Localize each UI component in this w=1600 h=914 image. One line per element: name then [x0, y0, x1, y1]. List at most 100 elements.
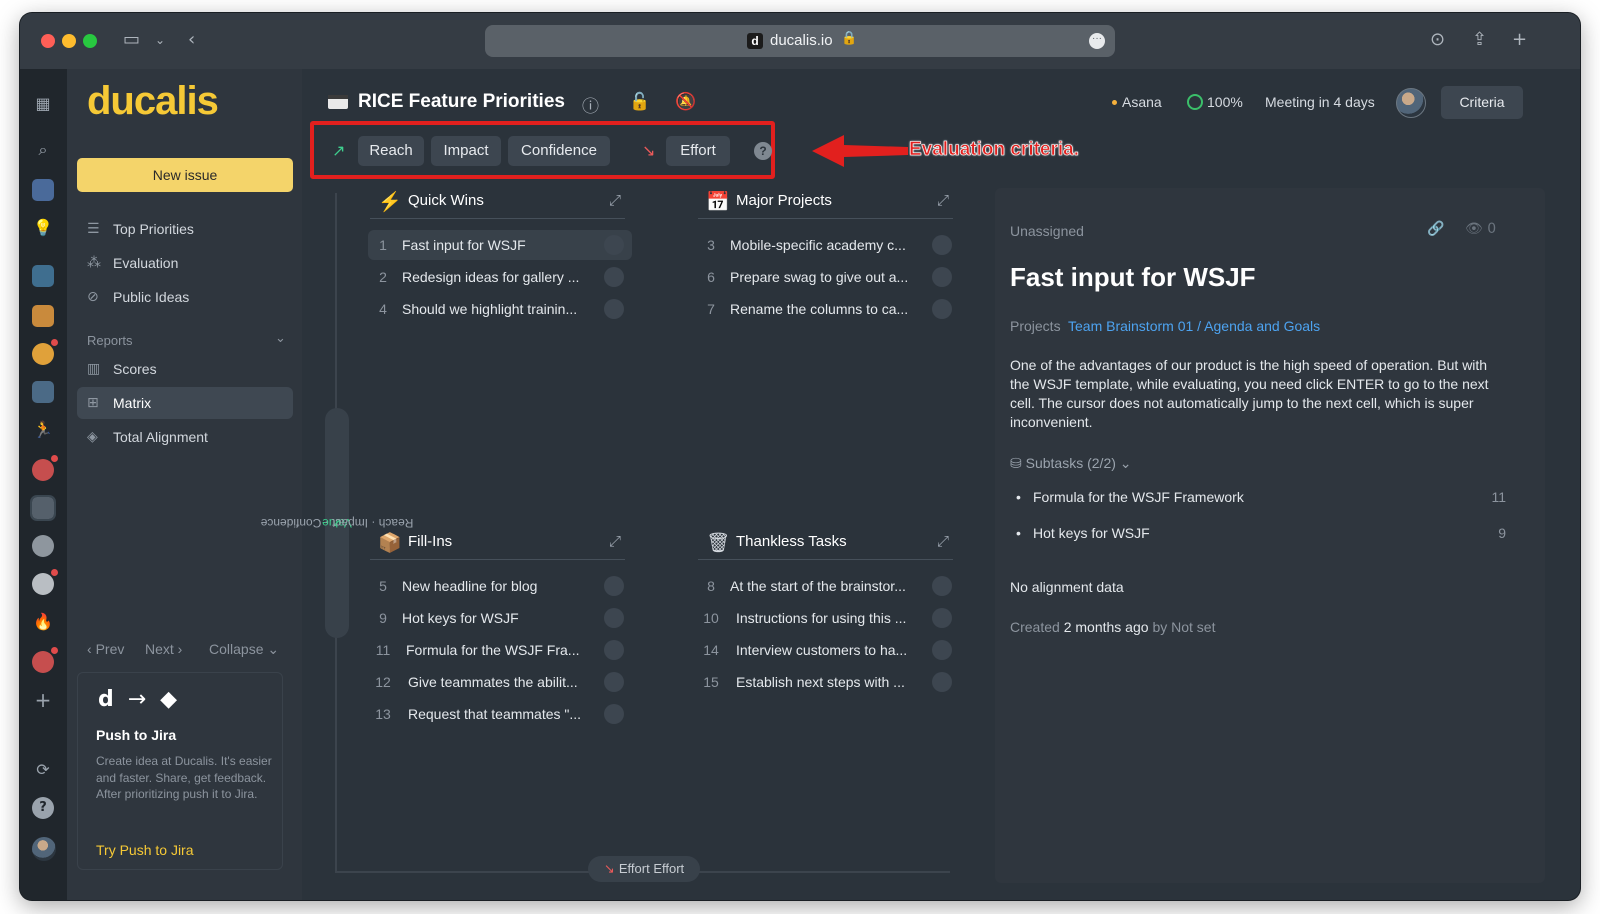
calendar-icon[interactable]	[32, 265, 54, 287]
add-workspace-icon[interactable]: +	[32, 689, 54, 711]
evaluation-progress[interactable]: 100%	[1207, 94, 1243, 110]
bulb-icon[interactable]: 💡	[32, 217, 54, 239]
assignee[interactable]: Unassigned	[1010, 223, 1084, 239]
new-issue-button[interactable]: New issue	[77, 158, 293, 192]
list-item[interactable]: 6 Prepare swag to give out a...	[696, 262, 960, 292]
emoji-workspace-icon[interactable]	[32, 343, 54, 365]
list-item[interactable]: 7 Rename the columns to ca...	[696, 294, 960, 324]
subtasks-toggle[interactable]: ⛁ Subtasks (2/2) ⌄	[1010, 455, 1132, 472]
score-dot	[932, 299, 952, 319]
share-icon[interactable]: ⇪	[1472, 29, 1487, 50]
help-icon[interactable]: ?	[754, 142, 772, 160]
back-icon[interactable]: ‹	[188, 29, 195, 50]
collapse-button[interactable]: Collapse ⌄	[209, 641, 279, 658]
address-bar[interactable]: d ducalis.io 🔒 ···	[485, 25, 1115, 57]
reports-heading[interactable]: Reports	[87, 333, 133, 348]
new-tab-icon[interactable]: +	[1512, 29, 1527, 50]
notifications-off-icon[interactable]: 🔕	[675, 92, 696, 112]
fire-icon[interactable]: 🔥	[32, 611, 54, 633]
sidebar-item-label: Top Priorities	[113, 221, 194, 237]
current-board-icon[interactable]	[30, 495, 56, 521]
chevron-left-icon: ‹	[87, 641, 96, 657]
list-item[interactable]: 11 Formula for the WSJF Fra...	[368, 635, 632, 665]
criteria-chip-reach[interactable]: Reach	[358, 136, 424, 166]
clock-icon[interactable]	[32, 573, 54, 595]
sidebar-item-total-alignment[interactable]: ◈ Total Alignment	[77, 421, 293, 453]
list-item[interactable]: 15 Establish next steps with ...	[696, 667, 960, 697]
list-item[interactable]: 5 New headline for blog	[368, 571, 632, 601]
browser-window: ▭ ⌄ ‹ d ducalis.io 🔒 ··· ⊙ ⇪ + ▦ ⌕ 💡 🏃 🔥	[20, 13, 1580, 900]
list-item[interactable]: 4 Should we highlight trainin...	[368, 294, 632, 324]
apps-grid-icon[interactable]: ▦	[32, 93, 54, 115]
avatar[interactable]	[1396, 88, 1426, 118]
sidebar-item-scores[interactable]: ▥ Scores	[77, 353, 293, 385]
list-item[interactable]: 3 Mobile-specific academy c...	[696, 230, 960, 260]
subtasks-icon: ⛁	[1010, 455, 1026, 471]
board-icon[interactable]	[32, 179, 54, 201]
prev-button[interactable]: ‹ Prev	[87, 641, 124, 657]
list-item[interactable]: 13 Request that teammates "...	[368, 699, 632, 729]
expand-icon[interactable]: ⤢	[609, 532, 621, 550]
score-dot	[604, 640, 624, 660]
quadrant-major-projects: 📅 Major Projects ⤢	[698, 187, 953, 219]
expand-icon[interactable]: ⤢	[937, 191, 949, 209]
asana-integration[interactable]: Asana	[1122, 94, 1162, 110]
list-item[interactable]: 8 At the start of the brainstor...	[696, 571, 960, 601]
help-icon[interactable]: ?	[32, 797, 54, 819]
alignment-icon: ◈	[87, 429, 98, 445]
minimize-window-button[interactable]	[62, 34, 76, 48]
sidebar-item-evaluation[interactable]: ⁂ Evaluation	[77, 247, 293, 279]
chevron-down-icon[interactable]: ⌄	[155, 33, 165, 47]
sidebar-item-public-ideas[interactable]: ⊘ Public Ideas	[77, 281, 293, 313]
list-item[interactable]: 12 Give teammates the abilit...	[368, 667, 632, 697]
browser-titlebar: ▭ ⌄ ‹ d ducalis.io 🔒 ··· ⊙ ⇪ +	[20, 13, 1580, 69]
sidebar-item-matrix[interactable]: ⊞ Matrix	[77, 387, 293, 419]
sidebar-item-top-priorities[interactable]: ☰ Top Priorities	[77, 213, 293, 245]
maximize-window-button[interactable]	[83, 34, 97, 48]
runner-icon[interactable]: 🏃	[32, 419, 54, 441]
score-dot	[932, 608, 952, 628]
sidebar-item-label: Scores	[113, 361, 157, 377]
ball-icon[interactable]	[32, 535, 54, 557]
close-window-button[interactable]	[41, 34, 55, 48]
criteria-chip-confidence[interactable]: Confidence	[508, 136, 610, 166]
try-push-to-jira-link[interactable]: Try Push to Jira	[96, 842, 194, 858]
site-favicon-icon: d	[747, 33, 763, 49]
list-item[interactable]: 14 Interview customers to ha...	[696, 635, 960, 665]
search-icon[interactable]: ⌕	[32, 139, 54, 161]
calendar-alt-icon[interactable]	[32, 381, 54, 403]
expand-icon[interactable]: ⤢	[937, 532, 949, 550]
criteria-chip-impact[interactable]: Impact	[431, 136, 501, 166]
notification-dot	[51, 339, 58, 346]
list-item[interactable]: 1 Fast input for WSJF	[368, 230, 632, 260]
workspace-icon[interactable]	[32, 305, 54, 327]
criteria-chip-effort[interactable]: Effort	[666, 136, 730, 166]
sync-icon[interactable]: ⟳	[32, 759, 54, 781]
annotation-arrow-icon	[812, 135, 908, 167]
quadrant-title: Major Projects	[736, 192, 832, 209]
score-dot	[604, 267, 624, 287]
info-icon[interactable]: ⓘ	[582, 92, 599, 117]
sidebar-toggle-icon[interactable]: ▭	[123, 29, 140, 50]
scores-icon: ▥	[87, 361, 101, 377]
notification-dot	[51, 647, 58, 654]
sidebar-item-label: Evaluation	[113, 255, 179, 271]
more-icon[interactable]: ···	[1089, 33, 1105, 49]
ducalis-logo[interactable]: ducalis	[87, 79, 219, 124]
user-avatar[interactable]	[32, 837, 56, 861]
next-button[interactable]: Next ›	[145, 641, 182, 657]
download-icon[interactable]: ⊙	[1430, 29, 1445, 50]
meeting-countdown[interactable]: Meeting in 4 days	[1265, 94, 1375, 110]
target-alt-icon[interactable]	[32, 651, 54, 673]
list-item[interactable]: 2 Redesign ideas for gallery ...	[368, 262, 632, 292]
unlock-icon[interactable]: 🔓	[629, 92, 650, 112]
jira-card-title: Push to Jira	[96, 727, 177, 743]
chevron-down-icon[interactable]: ⌄	[275, 331, 286, 346]
list-item[interactable]: 10 Instructions for using this ...	[696, 603, 960, 633]
list-item[interactable]: 9 Hot keys for WSJF	[368, 603, 632, 633]
link-icon[interactable]: 🔗	[1427, 221, 1444, 237]
target-icon[interactable]	[32, 459, 54, 481]
expand-icon[interactable]: ⤢	[609, 191, 621, 209]
criteria-button[interactable]: Criteria	[1441, 86, 1523, 119]
project-link[interactable]: Team Brainstorm 01 / Agenda and Goals	[1068, 318, 1320, 334]
